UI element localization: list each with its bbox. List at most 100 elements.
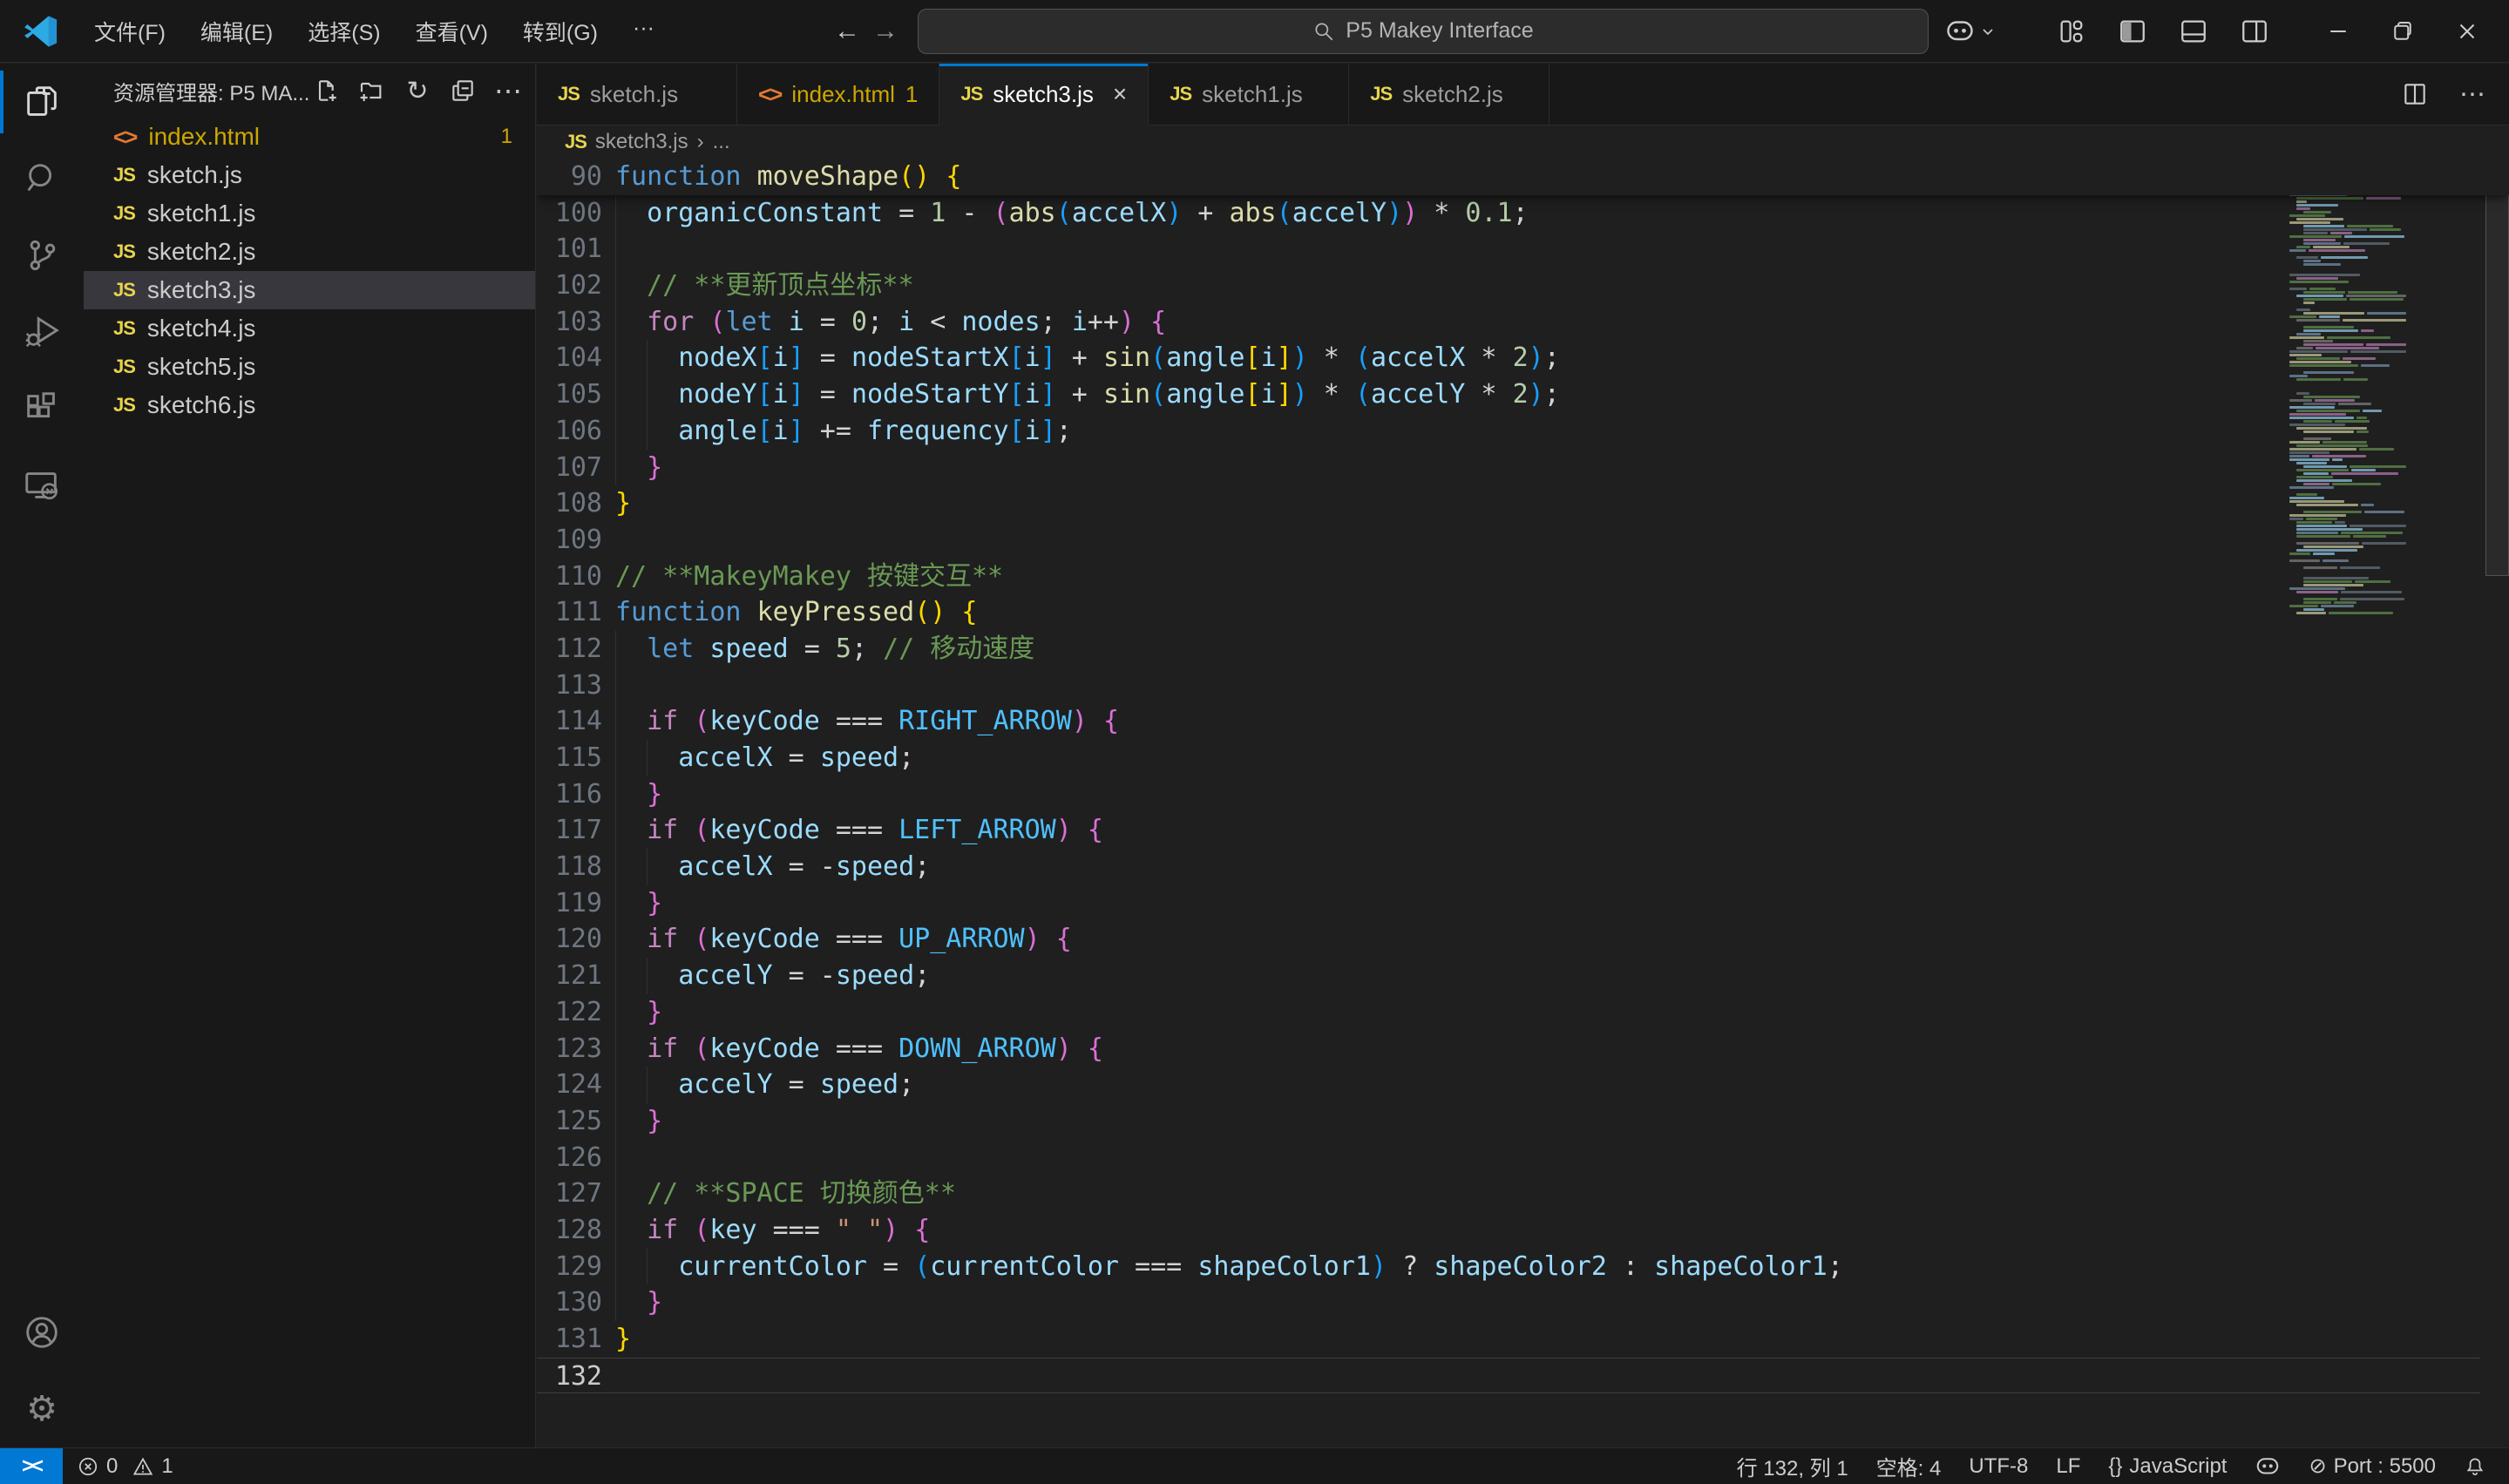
line-number[interactable]: 123	[537, 1031, 602, 1067]
line-number[interactable]: 119	[537, 885, 602, 922]
file-item-sketch3.js[interactable]: JSsketch3.js	[84, 271, 535, 309]
live-server-port[interactable]: ⊘ Port : 5500	[2295, 1454, 2450, 1479]
line-number[interactable]: 102	[537, 268, 602, 304]
settings-gear-icon[interactable]: ⚙	[0, 1371, 84, 1447]
new-file-icon[interactable]	[312, 76, 342, 105]
tab-sketch1.js[interactable]: JSsketch1.js	[1149, 64, 1349, 125]
code-line[interactable]: 119 }	[537, 885, 2480, 922]
menu-item[interactable]: 转到(G)	[509, 10, 612, 52]
file-item-sketch5.js[interactable]: JSsketch5.js	[84, 348, 535, 386]
file-item-sketch4.js[interactable]: JSsketch4.js	[84, 309, 535, 348]
code-line[interactable]: 113	[537, 667, 2480, 704]
line-number[interactable]: 132	[537, 1359, 602, 1395]
line-number[interactable]: 124	[537, 1067, 602, 1103]
code-line[interactable]: 126	[537, 1140, 2480, 1176]
line-number[interactable]: 130	[537, 1284, 602, 1321]
file-item-sketch1.js[interactable]: JSsketch1.js	[84, 194, 535, 233]
line-number[interactable]: 103	[537, 304, 602, 341]
nav-forward-button[interactable]: →	[872, 17, 898, 46]
extensions-icon[interactable]	[0, 370, 84, 447]
line-number[interactable]: 122	[537, 994, 602, 1031]
search-view-icon[interactable]	[0, 140, 84, 217]
customize-layout-icon[interactable]	[2054, 14, 2089, 49]
code-line[interactable]: 103 for (let i = 0; i < nodes; i++) {	[537, 304, 2480, 341]
menu-item[interactable]: 选择(S)	[294, 10, 394, 52]
code-line[interactable]: 130 }	[537, 1284, 2480, 1321]
sticky-scroll-line[interactable]: 90function moveShape() {	[537, 159, 2509, 195]
code-line[interactable]: 132	[537, 1358, 2480, 1394]
indentation[interactable]: 空格: 4	[1862, 1451, 1956, 1481]
line-number[interactable]: 121	[537, 958, 602, 994]
line-number[interactable]: 117	[537, 812, 602, 849]
code-line[interactable]: 124 accelY = speed;	[537, 1067, 2480, 1103]
code-line[interactable]: 108}	[537, 485, 2480, 522]
code-line[interactable]: 121 accelY = -speed;	[537, 958, 2480, 994]
encoding[interactable]: UTF-8	[1955, 1454, 2042, 1479]
code-line[interactable]: 106 angle[i] += frequency[i];	[537, 413, 2480, 450]
eol-sequence[interactable]: LF	[2042, 1454, 2094, 1479]
source-control-icon[interactable]	[0, 217, 84, 294]
breadcrumb-more[interactable]: ...	[713, 130, 730, 154]
line-number[interactable]: 110	[537, 559, 602, 595]
remote-indicator[interactable]: ><	[0, 1448, 63, 1484]
command-center-search[interactable]: P5 Makey Interface	[918, 9, 1929, 54]
file-item-sketch6.js[interactable]: JSsketch6.js	[84, 386, 535, 424]
code-line[interactable]: 118 accelX = -speed;	[537, 849, 2480, 885]
code-line[interactable]: 131}	[537, 1321, 2480, 1358]
code-line[interactable]: 129 currentColor = (currentColor === sha…	[537, 1249, 2480, 1285]
line-number[interactable]: 113	[537, 667, 602, 704]
line-number[interactable]: 115	[537, 740, 602, 776]
copilot-button[interactable]	[1944, 18, 1995, 44]
line-number[interactable]: 109	[537, 522, 602, 559]
line-number[interactable]: 112	[537, 631, 602, 667]
code-line[interactable]: 122 }	[537, 994, 2480, 1031]
file-item-sketch.js[interactable]: JSsketch.js	[84, 156, 535, 194]
file-item-sketch2.js[interactable]: JSsketch2.js	[84, 233, 535, 271]
line-number[interactable]: 111	[537, 594, 602, 631]
minimize-icon[interactable]	[2321, 14, 2356, 49]
line-number[interactable]: 100	[537, 195, 602, 232]
toggle-sidebar-icon[interactable]	[2115, 14, 2150, 49]
menu-item[interactable]: 编辑(E)	[186, 10, 287, 52]
nav-back-button[interactable]: ←	[834, 17, 860, 46]
refresh-icon[interactable]: ↻	[403, 76, 432, 105]
remote-explorer-icon[interactable]	[0, 447, 84, 524]
toggle-panel-icon[interactable]	[2176, 14, 2211, 49]
code-line[interactable]: 100 organicConstant = 1 - (abs(accelX) +…	[537, 195, 2480, 232]
code-line[interactable]: 117 if (keyCode === LEFT_ARROW) {	[537, 812, 2480, 849]
code-line[interactable]: 90function moveShape() {	[537, 159, 2480, 195]
cursor-position[interactable]: 行 132, 列 1	[1723, 1451, 1862, 1481]
code-line[interactable]: 105 nodeY[i] = nodeStartY[i] + sin(angle…	[537, 376, 2480, 413]
line-number[interactable]: 105	[537, 376, 602, 413]
code-line[interactable]: 111function keyPressed() {	[537, 594, 2480, 631]
line-number[interactable]: 131	[537, 1321, 602, 1358]
line-number[interactable]: 118	[537, 849, 602, 885]
code-line[interactable]: 127 // **SPACE 切换颜色**	[537, 1176, 2480, 1212]
code-line[interactable]: 104 nodeX[i] = nodeStartX[i] + sin(angle…	[537, 340, 2480, 376]
menu-item[interactable]: ···	[619, 10, 668, 52]
code-line[interactable]: 107 }	[537, 450, 2480, 486]
language-mode[interactable]: {} JavaScript	[2094, 1454, 2241, 1479]
line-number[interactable]: 106	[537, 413, 602, 450]
line-number[interactable]: 120	[537, 921, 602, 958]
explorer-icon[interactable]	[0, 64, 84, 140]
tab-sketch3.js[interactable]: JSsketch3.js×	[939, 64, 1149, 125]
account-icon[interactable]	[0, 1294, 84, 1371]
close-window-icon[interactable]	[2450, 14, 2485, 49]
code-line[interactable]: 125 }	[537, 1103, 2480, 1140]
new-folder-icon[interactable]	[357, 76, 387, 105]
menu-item[interactable]: 查看(V)	[402, 10, 502, 52]
restore-icon[interactable]	[2385, 14, 2420, 49]
code-editor[interactable]: 90function moveShape() { 100 organicCons…	[537, 159, 2509, 1447]
line-number[interactable]: 126	[537, 1140, 602, 1176]
code-line[interactable]: 123 if (keyCode === DOWN_ARROW) {	[537, 1031, 2480, 1067]
line-number[interactable]: 129	[537, 1249, 602, 1285]
editor-more-actions-icon[interactable]: ⋯	[2455, 77, 2490, 112]
line-number[interactable]: 104	[537, 340, 602, 376]
code-line[interactable]: 116 }	[537, 776, 2480, 813]
split-editor-icon[interactable]	[2397, 77, 2432, 112]
tab-sketch2.js[interactable]: JSsketch2.js	[1349, 64, 1549, 125]
scrollbar-slider[interactable]	[2485, 159, 2509, 576]
line-number[interactable]: 128	[537, 1212, 602, 1249]
collapse-folders-icon[interactable]	[448, 76, 478, 105]
